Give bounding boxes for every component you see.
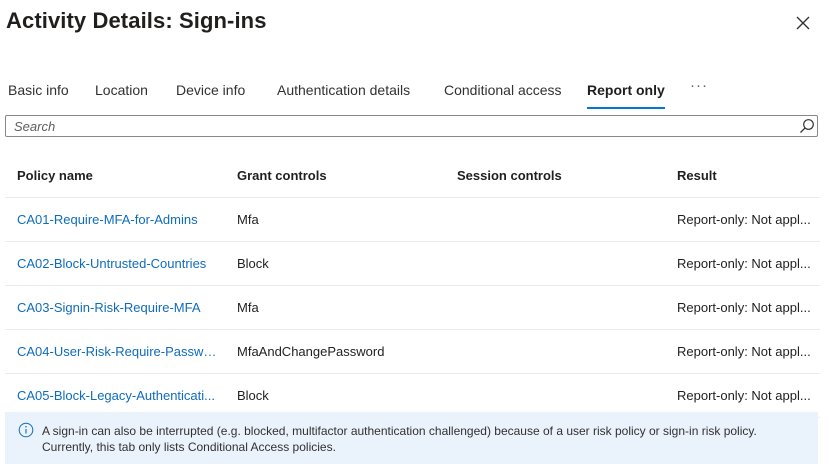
close-button[interactable] bbox=[794, 14, 812, 32]
page-title: Activity Details: Sign-ins bbox=[6, 8, 267, 33]
table-header-row: Policy name Grant controls Session contr… bbox=[5, 154, 820, 198]
session-controls-cell bbox=[457, 374, 657, 417]
tab-device-info[interactable]: Device info bbox=[176, 80, 245, 110]
table-row[interactable]: CA04-User-Risk-Require-Passwor... MfaAnd… bbox=[5, 330, 820, 374]
policy-name-link[interactable]: CA05-Block-Legacy-Authenticati... bbox=[17, 374, 217, 417]
session-controls-cell bbox=[457, 330, 657, 373]
column-header-result[interactable]: Result bbox=[677, 154, 817, 197]
session-controls-cell bbox=[457, 198, 657, 241]
table-row[interactable]: CA01-Require-MFA-for-Admins Mfa Report-o… bbox=[5, 198, 820, 242]
tab-location[interactable]: Location bbox=[95, 80, 148, 110]
grant-controls-cell: MfaAndChangePassword bbox=[237, 344, 385, 359]
result-cell: Report-only: Not appl... bbox=[677, 256, 811, 271]
info-message: A sign-in can also be interrupted (e.g. … bbox=[42, 423, 802, 455]
column-header-policy-name[interactable]: Policy name bbox=[17, 154, 217, 197]
close-icon bbox=[796, 16, 810, 30]
grant-controls-cell: Mfa bbox=[237, 300, 259, 315]
result-cell: Report-only: Not appl... bbox=[677, 388, 811, 403]
tab-basic-info[interactable]: Basic info bbox=[8, 80, 69, 110]
policy-name-link[interactable]: CA03-Signin-Risk-Require-MFA bbox=[17, 286, 217, 329]
info-icon bbox=[18, 422, 34, 438]
grant-controls-cell: Mfa bbox=[237, 212, 259, 227]
result-cell: Report-only: Not appl... bbox=[677, 212, 811, 227]
column-header-session-controls[interactable]: Session controls bbox=[457, 154, 657, 197]
info-message-line: Currently, this tab only lists Condition… bbox=[42, 440, 336, 454]
grant-controls-cell: Block bbox=[237, 256, 269, 271]
result-cell: Report-only: Not appl... bbox=[677, 344, 811, 359]
session-controls-cell bbox=[457, 286, 657, 329]
tab-report-only[interactable]: Report only bbox=[587, 80, 665, 110]
tab-conditional-access[interactable]: Conditional access bbox=[444, 80, 562, 110]
search-input[interactable] bbox=[6, 116, 794, 136]
grant-controls-cell: Block bbox=[237, 388, 269, 403]
info-message-line: A sign-in can also be interrupted (e.g. … bbox=[42, 424, 757, 438]
table-row[interactable]: CA03-Signin-Risk-Require-MFA Mfa Report-… bbox=[5, 286, 820, 330]
policy-table: Policy name Grant controls Session contr… bbox=[5, 154, 820, 418]
table-row[interactable]: CA02-Block-Untrusted-Countries Block Rep… bbox=[5, 242, 820, 286]
policy-name-link[interactable]: CA04-User-Risk-Require-Passwor... bbox=[17, 330, 217, 373]
search-icon[interactable] bbox=[799, 118, 815, 134]
info-banner: A sign-in can also be interrupted (e.g. … bbox=[5, 412, 818, 464]
tab-bar: Basic info Location Device info Authenti… bbox=[0, 77, 830, 112]
tab-more-button[interactable]: ··· bbox=[690, 76, 708, 106]
policy-name-link[interactable]: CA01-Require-MFA-for-Admins bbox=[17, 198, 217, 241]
column-header-grant-controls[interactable]: Grant controls bbox=[237, 154, 437, 197]
session-controls-cell bbox=[457, 242, 657, 285]
result-cell: Report-only: Not appl... bbox=[677, 300, 811, 315]
policy-name-link[interactable]: CA02-Block-Untrusted-Countries bbox=[17, 242, 217, 285]
tab-authentication-details[interactable]: Authentication details bbox=[277, 80, 410, 110]
search-box bbox=[5, 115, 818, 137]
